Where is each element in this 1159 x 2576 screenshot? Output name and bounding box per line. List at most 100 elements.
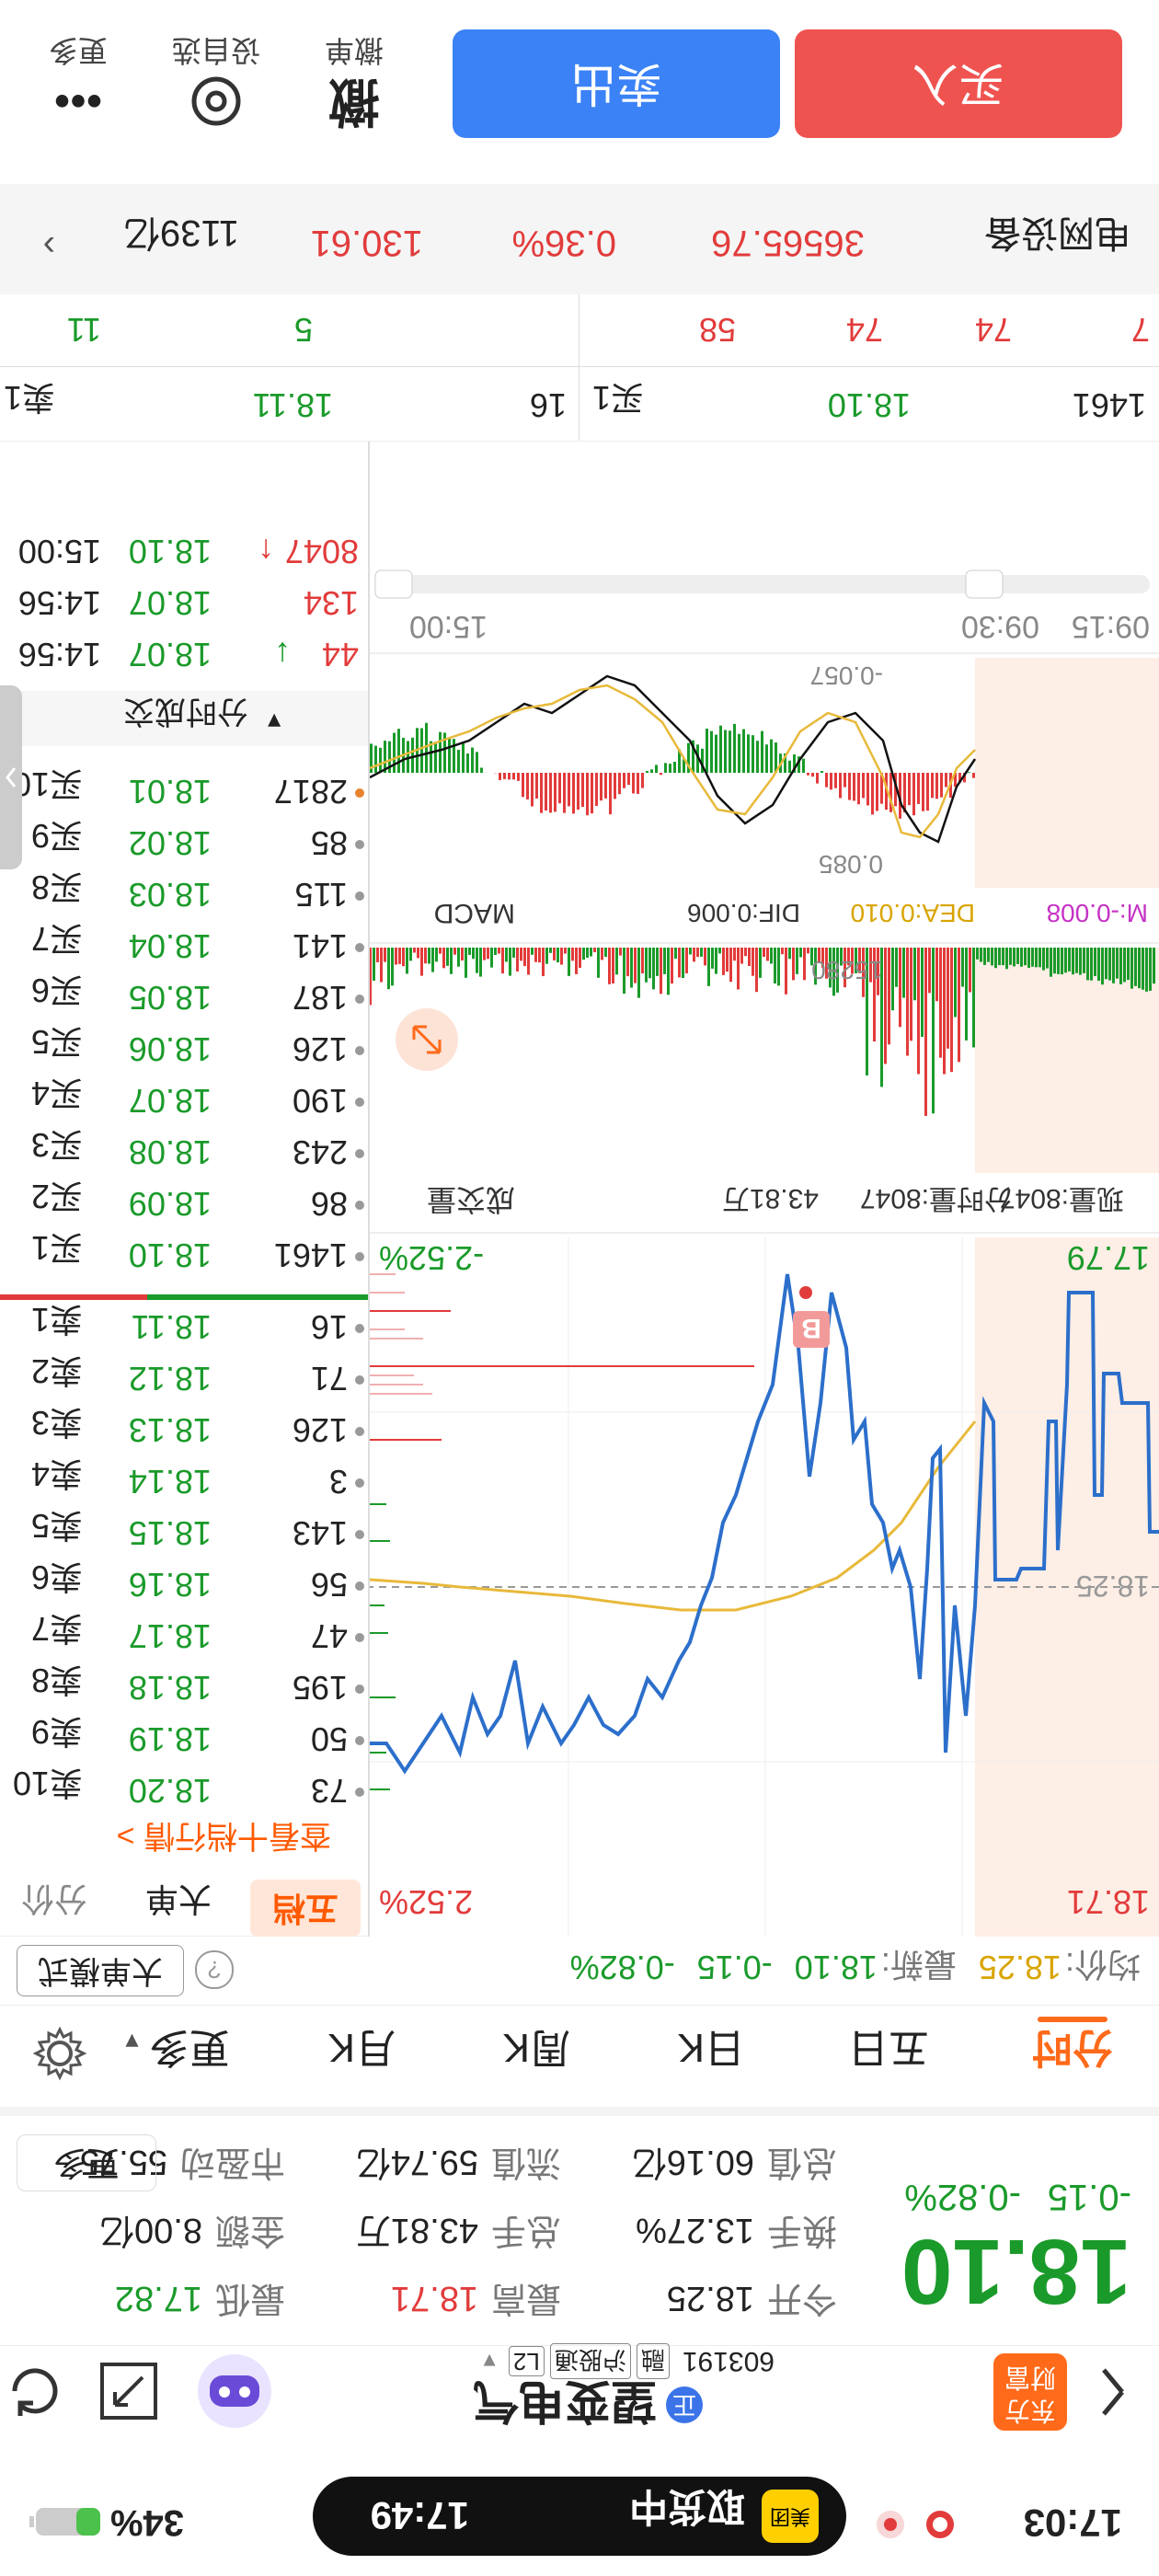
buy-row[interactable]: 187 18.05 买6 [0,972,368,1024]
book-price: 18.16 [128,1566,212,1604]
volume-bar [685,948,688,973]
sell-row[interactable]: 50 18.19 卖9 [0,1713,368,1765]
volume-bar [682,948,684,978]
axis-bottom-pct: -2.52% [379,1239,484,1277]
stat-value: 43.81万 [355,2211,478,2249]
volume-bar [1009,948,1012,965]
stat-1: 最高 18.71 [285,2277,561,2328]
ten-level-link[interactable]: 查看十档行情 > [117,1816,331,1861]
volume-bar [1153,948,1155,984]
dynamic-island[interactable]: 美团 取货中 17:49 [313,2477,846,2556]
tick-time: 14:56 [17,584,101,622]
macd-bar [922,773,924,811]
tab-week-k[interactable]: 周K [503,2022,570,2081]
ai-assistant-icon[interactable] [193,2350,276,2432]
volume-bar [1068,948,1071,972]
volume-bar [601,948,603,960]
book-level-label: 卖7 [30,1610,83,1648]
ticks-caret-icon[interactable]: ▼ [263,707,285,733]
large-order-mode-button[interactable]: 大单模式 [17,1945,184,1996]
help-icon[interactable]: ? [195,1950,234,1989]
sell1-summary: 16 18.11 卖1 [0,366,580,441]
sell-row[interactable]: 56 18.16 卖6 [0,1558,368,1611]
volume-bar [932,948,935,1114]
avg-price-label: 均价: [1064,1946,1141,1984]
sell-row[interactable]: 195 18.18 卖8 [0,1662,368,1714]
buy-row[interactable]: 126 18.06 买5 [0,1023,368,1075]
tab-five-day[interactable]: 五日 [848,2022,929,2081]
sell-row[interactable]: 126 18.13 卖3 [0,1404,368,1456]
stock-code-line: 603191 融 沪股通 L2 ▼ [479,2343,775,2379]
macd-bar [816,773,819,784]
volume-bar [660,948,662,995]
macd-bar [448,737,451,773]
buy-row[interactable]: 86 18.09 买2 [0,1178,368,1230]
tab-month-k[interactable]: 月K [328,2022,396,2081]
book-level-label: 卖8 [30,1662,83,1699]
volume-bar [641,948,644,974]
volume-bar [1027,948,1030,968]
more-actions[interactable]: ••• 更多 [28,31,129,129]
intraday-charts[interactable]: B 18.71 2.52% 18.25 17.79 -2.52% 现量:8047… [370,262,1159,1937]
book-level-label: 卖5 [30,1507,83,1545]
trade-marker-dot [799,1286,812,1299]
buy-row[interactable]: 2817 18.01 买10 [0,765,368,818]
buy-row[interactable]: 243 18.08 买3 [0,1126,368,1179]
sell-row[interactable]: 16 18.11 卖1 [0,1301,368,1353]
scroll-handle-left [965,569,1004,599]
badge-l2: L2 [508,2346,545,2376]
buy-button[interactable]: 买入 [795,29,1122,138]
macd-bar [476,752,478,773]
tab-five-levels[interactable]: 五档 [250,1880,361,1937]
macd-bar [434,742,437,773]
sell-row[interactable]: 143 18.15 卖5 [0,1507,368,1559]
refresh-icon[interactable] [2,2354,66,2423]
buy-row[interactable]: 115 18.03 买8 [0,868,368,921]
row-indicator-dot [355,1788,364,1797]
volume-bar [590,948,592,957]
stat-label: 总值 [766,2143,837,2181]
volume-bar [435,948,438,962]
macd-bar [710,730,713,773]
stat-label: 换手 [766,2211,837,2249]
tab-fenshi[interactable]: 分时 [1032,2022,1113,2081]
sector-row[interactable]: 电网设备 36565.76 0.36% 130.61 1139亿 › [0,183,1159,294]
book-level-label: 卖2 [30,1352,83,1390]
caret-down-icon[interactable]: ▼ [479,2350,499,2374]
stat-7: 流值 59.74亿 [285,2141,561,2191]
sell-row[interactable]: 47 18.17 卖7 [0,1610,368,1662]
tick-direction-icon: ↓ [274,636,291,673]
macd-bar [632,773,635,794]
add-watchlist-action[interactable]: 设自选 [156,31,276,129]
tab-large-orders[interactable]: 大单 [145,1878,212,1926]
tab-more[interactable]: 更多 ▼ [121,2022,230,2081]
buy-row[interactable]: 85 18.02 买9 [0,817,368,869]
volume-bar [917,948,920,1075]
back-icon[interactable] [1095,2360,1131,2420]
expand-icon[interactable] [97,2354,161,2423]
gear-icon[interactable] [32,2016,87,2081]
target-icon [156,74,276,129]
tab-price-distribution[interactable]: 分价 [21,1878,87,1926]
volume-bar [516,948,519,972]
buy-row[interactable]: 141 18.04 买7 [0,920,368,972]
stat-value: 59.74亿 [355,2143,478,2181]
buy-row[interactable]: 190 18.07 买4 [0,1075,368,1127]
volume-bar [796,948,798,974]
cancel-order-action[interactable]: 撤撤单 [304,31,405,131]
macd-bar [563,773,566,813]
volume-bar [395,948,397,965]
volume-bar [512,948,515,958]
macd-bar [917,773,920,804]
sell-row[interactable]: 73 18.20 卖10 [0,1765,368,1817]
chevron-icon[interactable]: › [43,225,55,267]
buy-row[interactable]: 1461 18.10 买1 [0,1229,368,1282]
macd-bar [848,773,851,800]
sell-button[interactable]: 卖出 [453,29,780,138]
tab-day-k[interactable]: 日K [678,2022,745,2081]
sell-row[interactable]: 71 18.12 卖2 [0,1352,368,1405]
sell-row[interactable]: 3 18.14 卖4 [0,1455,368,1508]
collapse-panel-tab[interactable] [0,685,22,869]
more-stats-button[interactable]: 更多 [17,2134,156,2191]
volume-bar [645,948,648,983]
